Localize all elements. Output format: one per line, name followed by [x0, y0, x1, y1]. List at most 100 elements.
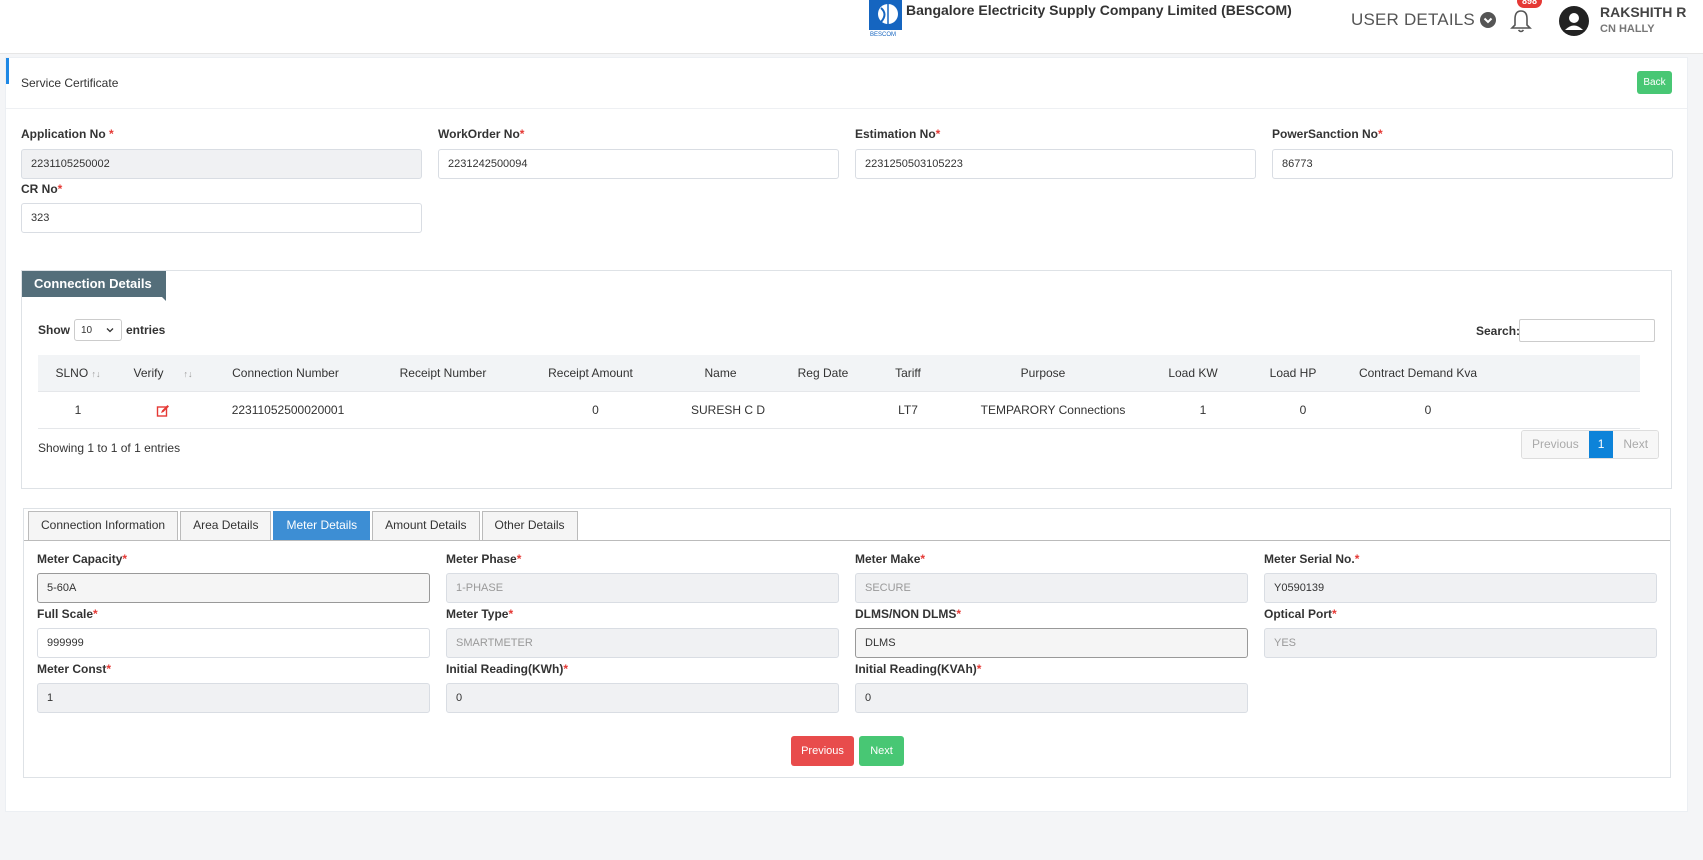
column-header[interactable]: Reg Date	[783, 355, 863, 392]
pagination: Previous 1 Next	[1521, 430, 1660, 459]
workorder-no-field[interactable]: 2231242500094	[438, 149, 839, 179]
user-details-label: USER DETAILS	[1351, 10, 1475, 29]
initial-kwh-field[interactable]: 0	[446, 683, 839, 713]
initial-kvah-field[interactable]: 0	[855, 683, 1248, 713]
top-header: BESCOM Bangalore Electricity Supply Comp…	[0, 0, 1703, 54]
user-name: RAKSHITH R	[1600, 4, 1687, 20]
column-header[interactable]: Receipt Amount	[523, 355, 658, 392]
edit-icon[interactable]	[156, 404, 170, 418]
cell-name: SURESH C D	[690, 403, 765, 417]
meter-make-field[interactable]: SECURE	[855, 573, 1248, 603]
meter-serial-label: Meter Serial No.*	[1264, 552, 1360, 566]
column-header[interactable]: Name	[658, 355, 783, 392]
column-header[interactable]: Connection Number	[208, 355, 363, 392]
pagination-page-1[interactable]: 1	[1588, 431, 1614, 458]
back-button[interactable]: Back	[1637, 71, 1672, 94]
avatar-icon[interactable]	[1558, 5, 1590, 37]
tab-bar: Connection Information Area Details Mete…	[28, 511, 578, 540]
table-info: Showing 1 to 1 of 1 entries	[38, 441, 181, 455]
column-header[interactable]: Load KW	[1133, 355, 1253, 392]
title-accent-bar	[6, 58, 9, 84]
column-header[interactable]: Contract Demand Kva	[1333, 355, 1503, 392]
cell-receipt-amount: 0	[592, 403, 599, 417]
tab-connection-information[interactable]: Connection Information	[28, 511, 179, 540]
initial-kvah-label: Initial Reading(KVAh)*	[855, 662, 982, 676]
full-scale-field[interactable]: 999999	[37, 628, 430, 658]
estimation-no-field[interactable]: 2231250503105223	[855, 149, 1256, 179]
table-row: 1 22311052500020001 0 SURESH C D LT7 TEM…	[38, 392, 1640, 429]
optical-port-field[interactable]: YES	[1264, 628, 1657, 658]
tab-area-details[interactable]: Area Details	[180, 511, 272, 540]
cell-tariff: LT7	[898, 403, 918, 417]
entries-length-control: Show 10 entries	[38, 319, 165, 341]
column-header[interactable]: Load HP	[1253, 355, 1333, 392]
meter-const-label: Meter Const*	[37, 662, 112, 676]
estimation-no-label: Estimation No*	[855, 127, 941, 141]
meter-type-field[interactable]: SMARTMETER	[446, 628, 839, 658]
tag-corner	[156, 291, 166, 301]
dlms-select[interactable]: DLMS	[855, 628, 1248, 658]
divider	[6, 108, 1687, 109]
tab-amount-details[interactable]: Amount Details	[372, 511, 480, 540]
pagination-previous[interactable]: Previous	[1522, 431, 1589, 458]
notification-badge: 898	[1517, 0, 1543, 8]
column-header[interactable]: Tariff	[863, 355, 953, 392]
powersanction-no-field[interactable]: 86773	[1272, 149, 1673, 179]
entries-label: entries	[126, 323, 166, 337]
chevron-down-icon	[1479, 12, 1496, 28]
show-label: Show	[38, 323, 70, 337]
meter-phase-label: Meter Phase*	[446, 552, 522, 566]
cell-reg-date	[783, 392, 863, 429]
entries-select-value: 10	[81, 324, 93, 336]
cell-purpose: TEMPARORY Connections	[980, 403, 1126, 417]
column-header[interactable]: Purpose	[953, 355, 1133, 392]
bell-icon[interactable]	[1509, 8, 1533, 34]
tab-divider	[24, 540, 1670, 541]
chevron-down-icon	[106, 328, 114, 333]
sort-icon: ↑↓	[91, 369, 101, 379]
full-scale-label: Full Scale*	[37, 607, 98, 621]
search-label: Search:	[1476, 324, 1521, 338]
user-details-menu[interactable]: USER DETAILS	[1351, 10, 1496, 30]
previous-button[interactable]: Previous	[791, 736, 854, 766]
optical-port-label: Optical Port*	[1264, 607, 1337, 621]
cell-load-kw: 1	[1199, 403, 1207, 417]
meter-capacity-label: Meter Capacity*	[37, 552, 128, 566]
sort-icon: ↑↓	[183, 369, 193, 379]
connection-details-title: Connection Details	[22, 271, 166, 297]
meter-phase-field[interactable]: 1-PHASE	[446, 573, 839, 603]
tab-meter-details[interactable]: Meter Details	[273, 511, 371, 540]
cell-contract-demand: 0	[1424, 403, 1432, 417]
application-no-field[interactable]: 2231105250002	[21, 149, 422, 179]
table-header: SLNO ↑↓ Verify ↑↓ Connection Number Rece…	[38, 355, 1640, 392]
column-header[interactable]: Receipt Number	[363, 355, 523, 392]
next-button[interactable]: Next	[859, 736, 904, 766]
cell-slno: 1	[74, 403, 82, 417]
meter-make-label: Meter Make*	[855, 552, 926, 566]
meter-type-label: Meter Type*	[446, 607, 514, 621]
search-input[interactable]	[1519, 319, 1655, 342]
cr-no-field[interactable]: 323	[21, 203, 422, 233]
details-tabs-panel: Connection Information Area Details Mete…	[23, 508, 1671, 778]
meter-const-field[interactable]: 1	[37, 683, 430, 713]
application-no-label: Application No *	[21, 127, 114, 141]
pagination-next[interactable]: Next	[1613, 431, 1659, 458]
entries-select[interactable]: 10	[74, 319, 122, 341]
meter-serial-field[interactable]: Y0590139	[1264, 573, 1657, 603]
company-name: Bangalore Electricity Supply Company Lim…	[906, 2, 1292, 18]
cr-no-label: CR No*	[21, 182, 63, 196]
column-header[interactable]: Verify ↑↓	[118, 355, 208, 392]
cell-connection-number: 22311052500020001	[231, 403, 345, 417]
connection-details-panel: Connection Details Show 10 entries Searc…	[21, 270, 1672, 489]
meter-capacity-select[interactable]: 5-60A	[37, 573, 430, 603]
powersanction-no-label: PowerSanction No*	[1272, 127, 1383, 141]
initial-kwh-label: Initial Reading(KWh)*	[446, 662, 568, 676]
user-location: CN HALLY	[1600, 23, 1655, 35]
cell-receipt-number	[363, 392, 523, 429]
tab-other-details[interactable]: Other Details	[481, 511, 578, 540]
column-header[interactable]: SLNO ↑↓	[38, 355, 118, 392]
bescom-logo: BESCOM	[869, 0, 902, 38]
svg-text:BESCOM: BESCOM	[870, 32, 896, 38]
dlms-label: DLMS/NON DLMS*	[855, 607, 961, 621]
page-title: Service Certificate	[21, 76, 119, 90]
